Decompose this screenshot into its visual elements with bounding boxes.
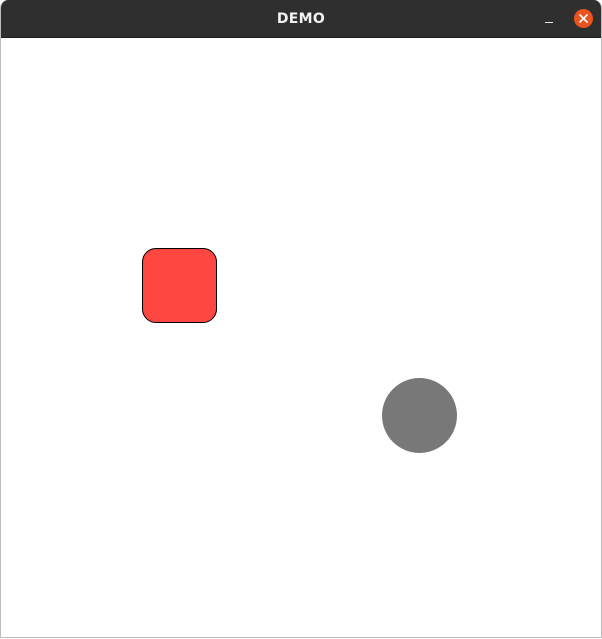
titlebar[interactable]: DEMO [1, 0, 601, 38]
gray-circle-shape[interactable] [382, 378, 457, 453]
window-title: DEMO [276, 11, 326, 27]
minimize-button[interactable] [539, 9, 559, 29]
app-window: DEMO [0, 0, 602, 638]
drawing-canvas[interactable] [1, 38, 601, 637]
minimize-icon [545, 22, 553, 23]
red-square-shape[interactable] [142, 248, 217, 323]
close-icon [579, 14, 588, 23]
close-button[interactable] [574, 9, 593, 28]
